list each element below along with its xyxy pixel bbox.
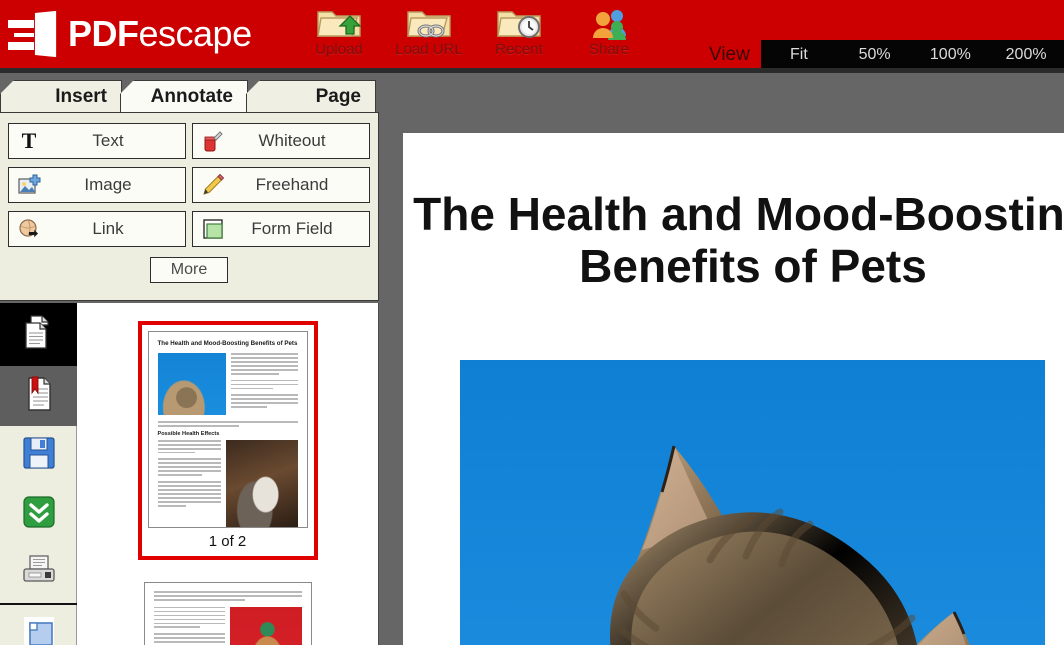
document-title: The Health and Mood-Boosting Benefits of… — [403, 188, 1064, 292]
document-hero-image — [460, 360, 1045, 645]
tool-label: Form Field — [251, 219, 333, 238]
thumbnail-caption: 1 of 2 — [208, 533, 247, 550]
tool-label: Freehand — [255, 175, 329, 194]
svg-text:T: T — [22, 129, 37, 153]
link-globe-icon — [9, 212, 49, 246]
rail-item-print[interactable] — [0, 544, 77, 603]
annotate-tool-panel: T Text Whiteout Image Freehand Link Form… — [0, 112, 379, 301]
tool-button-form-field[interactable]: Form Field — [192, 211, 370, 247]
tool-label: Whiteout — [258, 131, 326, 150]
tab-insert[interactable]: Insert — [0, 80, 122, 113]
header-button-label: Load URL — [395, 41, 463, 58]
more-button[interactable]: More — [150, 257, 228, 283]
page-thumbnail-panel[interactable]: The Health and Mood-Boosting Benefits of… — [77, 303, 379, 645]
blue-square-icon — [22, 615, 56, 645]
page-thumbnail-2[interactable] — [143, 582, 312, 645]
tab-strip: Insert Annotate Page — [0, 80, 379, 113]
logo-wordmark: PDFescape — [68, 16, 252, 52]
tool-label: Image — [84, 175, 132, 194]
rail-item-pages[interactable] — [0, 303, 77, 366]
tool-label: Link — [92, 219, 124, 238]
rail-item-bookmarks[interactable] — [0, 366, 77, 426]
tool-label: Text — [92, 131, 124, 150]
floppy-save-icon — [22, 436, 56, 475]
document-title-line-2: Benefits of Pets — [579, 239, 927, 292]
rail-item-save[interactable] — [0, 426, 77, 485]
tab-label: Insert — [55, 86, 107, 107]
rail-item-download[interactable] — [0, 485, 77, 544]
tool-button-whiteout[interactable]: Whiteout — [192, 123, 370, 159]
rail-item-properties[interactable] — [0, 605, 77, 645]
pencil-icon — [193, 168, 233, 202]
thumbnail-text-column-2 — [157, 439, 221, 527]
zoom-control-bar: Fit 50% 100% 200% — [761, 40, 1064, 68]
tool-button-image[interactable]: Image — [8, 167, 186, 203]
tool-button-freehand[interactable]: Freehand — [192, 167, 370, 203]
thumbnail-text-column — [230, 353, 298, 415]
zoom-option-200[interactable]: 200% — [988, 46, 1064, 64]
logo-pdf: PDF — [68, 13, 139, 54]
tab-page[interactable]: Page — [246, 80, 376, 113]
pdfescape-logo-icon — [8, 10, 60, 58]
header-tool-group: Upload Load URL Recent Share — [305, 2, 643, 58]
document-title-line-1: The Health and Mood-Boosting — [413, 188, 1064, 240]
thumbnail-section-heading: Possible Health Effects — [157, 430, 220, 437]
image-add-icon — [9, 168, 49, 202]
header-button-label: Recent — [495, 41, 543, 58]
printer-icon — [21, 554, 57, 593]
tab-annotate[interactable]: Annotate — [120, 80, 248, 113]
zoom-option-fit[interactable]: Fit — [761, 46, 837, 64]
page-thumbnail-preview: The Health and Mood-Boosting Benefits of… — [147, 331, 308, 528]
view-label: View — [709, 44, 750, 65]
tab-label: Annotate — [150, 86, 233, 107]
zoom-option-100[interactable]: 100% — [913, 46, 989, 64]
header-button-label: Upload — [315, 41, 363, 58]
header-button-recent[interactable]: Recent — [485, 2, 553, 58]
download-chevrons-icon — [22, 495, 56, 534]
document-viewer[interactable]: The Health and Mood-Boosting Benefits of… — [379, 73, 1064, 645]
zoom-option-50[interactable]: 50% — [837, 46, 913, 64]
thumbnail-title: The Health and Mood-Boosting Benefits of… — [157, 340, 298, 347]
pages-icon — [19, 312, 59, 357]
left-icon-rail — [0, 303, 77, 645]
thumbnail-cat-photo — [157, 353, 226, 416]
folder-upload-icon — [305, 2, 373, 40]
header-button-label: Share — [588, 41, 630, 58]
header-button-load-url[interactable]: Load URL — [395, 2, 463, 58]
app-logo[interactable]: PDFescape — [8, 8, 252, 60]
page-thumbnail-preview — [143, 582, 312, 645]
document-page: The Health and Mood-Boosting Benefits of… — [403, 133, 1064, 645]
tool-button-text[interactable]: T Text — [8, 123, 186, 159]
tab-label: Page — [315, 86, 361, 107]
app-header: PDFescape Upload Load URL Recent Share V… — [0, 0, 1064, 68]
bookmark-document-icon — [21, 375, 57, 418]
logo-escape: escape — [138, 13, 253, 54]
tool-grid: T Text Whiteout Image Freehand Link Form… — [0, 113, 378, 247]
header-button-upload[interactable]: Upload — [305, 2, 373, 58]
thumbnail-dog-photo — [225, 439, 298, 527]
more-row: More — [0, 257, 378, 283]
people-share-icon — [575, 2, 643, 40]
whiteout-brush-icon — [193, 124, 233, 158]
page-thumbnail-1[interactable]: The Health and Mood-Boosting Benefits of… — [137, 321, 318, 560]
header-button-share[interactable]: Share — [575, 2, 643, 58]
form-field-icon — [193, 212, 233, 246]
folder-clock-icon — [485, 2, 553, 40]
text-t-icon: T — [9, 124, 49, 158]
folder-link-icon — [395, 2, 463, 40]
tool-button-link[interactable]: Link — [8, 211, 186, 247]
thumbnail-text-column — [153, 606, 225, 645]
thumbnail-party-pet-photo — [229, 606, 302, 645]
